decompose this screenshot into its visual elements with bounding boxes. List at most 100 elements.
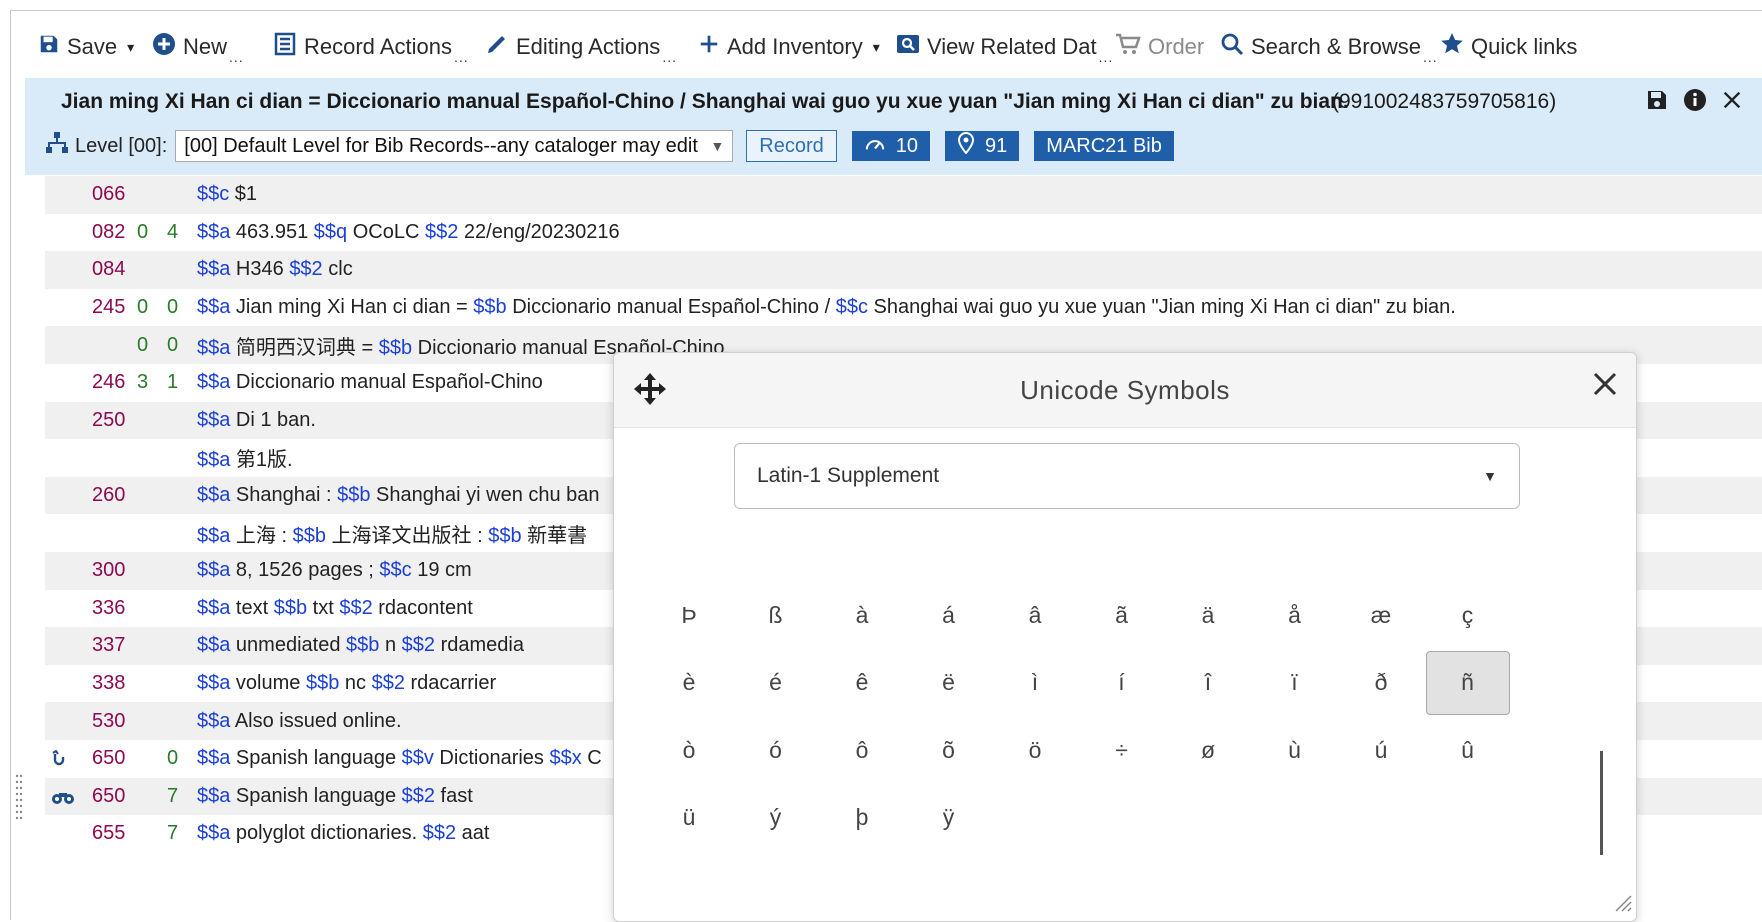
save-button[interactable]: Save ▾ — [38, 30, 134, 64]
marc-field-content[interactable]: $$a Jian ming Xi Han ci dian = $$b Dicci… — [197, 296, 1456, 319]
symbol-button[interactable]: ë — [907, 651, 991, 715]
symbol-button[interactable]: ï — [1253, 651, 1337, 715]
symbol-button[interactable]: â — [993, 583, 1077, 647]
marc-tag[interactable]: 336 — [92, 597, 125, 620]
symbol-button[interactable]: ô — [820, 718, 904, 782]
symbol-button[interactable]: ì — [993, 651, 1077, 715]
close-icon[interactable] — [1721, 89, 1743, 116]
marc-field-content[interactable]: $$a Di 1 ban. — [197, 409, 316, 432]
marc-tag[interactable]: 066 — [92, 183, 125, 206]
search-browse-button[interactable]: Search & Browse ... — [1220, 30, 1438, 65]
marc-indicator-1[interactable]: 0 — [137, 221, 148, 244]
symbol-button[interactable]: ñ — [1425, 650, 1510, 715]
resize-handle-icon[interactable] — [1610, 890, 1632, 917]
link-icon[interactable] — [51, 749, 67, 774]
symbol-button[interactable]: è — [647, 651, 731, 715]
symbol-button[interactable]: à — [820, 583, 904, 647]
symbol-button[interactable]: ý — [734, 786, 818, 850]
marc-field-content[interactable]: $$a Spanish language $$2 fast — [197, 785, 473, 808]
marc-indicator-2[interactable]: 4 — [167, 221, 178, 244]
symbol-button[interactable]: æ — [1339, 583, 1423, 647]
symbol-button[interactable]: ÿ — [907, 786, 991, 850]
drag-grip-icon[interactable] — [15, 772, 23, 833]
marc-indicator-1[interactable]: 3 — [137, 371, 148, 394]
symbol-button[interactable]: û — [1426, 718, 1510, 782]
marc-tag[interactable]: 084 — [92, 258, 125, 281]
marc-tag[interactable]: 655 — [92, 822, 125, 845]
marc-tag[interactable]: 530 — [92, 710, 125, 733]
marc-tag[interactable]: 250 — [92, 409, 125, 432]
marc-field-content[interactable]: $$a polyglot dictionaries. $$2 aat — [197, 822, 489, 845]
marc-tag[interactable]: 082 — [92, 221, 125, 244]
record-button[interactable]: Record — [746, 130, 837, 162]
symbol-button[interactable]: ð — [1339, 651, 1423, 715]
marc-field-content[interactable]: $$c $1 — [197, 183, 257, 206]
symbol-button[interactable]: ã — [1080, 583, 1164, 647]
marc-tag[interactable]: 246 — [92, 371, 125, 394]
marc-tag[interactable]: 260 — [92, 484, 125, 507]
marc-indicator-1[interactable]: 0 — [137, 334, 148, 357]
symbol-button[interactable]: á — [907, 583, 991, 647]
marc-indicator-2[interactable]: 0 — [167, 334, 178, 357]
marc-field-content[interactable]: $$a H346 $$2 clc — [197, 258, 353, 281]
close-icon[interactable] — [1590, 369, 1620, 404]
symbol-button[interactable]: ö — [993, 718, 1077, 782]
marc-field-content[interactable]: $$a Also issued online. — [197, 710, 402, 733]
symbol-button[interactable]: ÷ — [1080, 718, 1164, 782]
marc-indicator-1[interactable]: 0 — [137, 296, 148, 319]
dialog-header[interactable]: Unicode Symbols — [614, 353, 1636, 428]
symbol-button[interactable]: õ — [907, 718, 991, 782]
marc-field-content[interactable]: $$a Diccionario manual Español-Chino — [197, 371, 543, 394]
marc-field-row[interactable]: 245 0 0 $$a Jian ming Xi Han ci dian = $$b … — [45, 289, 1762, 327]
record-actions-button[interactable]: Record Actions ... — [273, 30, 469, 65]
symbol-button[interactable]: ç — [1426, 583, 1510, 647]
marc-field-content[interactable]: $$a 8, 1526 pages ; $$c 19 cm — [197, 559, 472, 582]
marc-field-row[interactable]: 084 $$a H346 $$2 clc — [45, 251, 1762, 289]
location-badge[interactable]: 91 — [945, 131, 1020, 161]
marc-indicator-2[interactable]: 0 — [167, 296, 178, 319]
view-related-button[interactable]: View Related Dat ... — [896, 30, 1113, 65]
symbol-button[interactable]: ø — [1166, 718, 1250, 782]
marc-indicator-2[interactable]: 7 — [167, 785, 178, 808]
marc-field-content[interactable]: $$a Spanish language $$v Dictionaries $$… — [197, 747, 602, 770]
marc-tag[interactable]: 650 — [92, 747, 125, 770]
marc-field-content[interactable]: $$a text $$b txt $$2 rdacontent — [197, 597, 473, 620]
symbol-button[interactable]: ò — [647, 718, 731, 782]
scrollbar-thumb[interactable] — [1600, 751, 1603, 855]
symbol-button[interactable]: å — [1253, 583, 1337, 647]
marc-field-row[interactable]: 066 $$c $1 — [45, 176, 1762, 214]
add-inventory-button[interactable]: Add Inventory ▾ — [698, 30, 880, 64]
marc-tag[interactable]: 650 — [92, 785, 125, 808]
marc-indicator-2[interactable]: 7 — [167, 822, 178, 845]
marc-tag[interactable]: 337 — [92, 634, 125, 657]
symbol-button[interactable]: í — [1080, 651, 1164, 715]
unicode-block-select[interactable]: Latin-1 Supplement ▼ — [734, 443, 1520, 509]
marc-tag[interactable]: 338 — [92, 672, 125, 695]
marc-field-content[interactable]: $$a unmediated $$b n $$2 rdamedia — [197, 634, 524, 657]
marc-field-row[interactable]: 082 0 4 $$a 463.951 $$q OCoLC $$2 22/eng/20… — [45, 214, 1762, 252]
symbol-button[interactable]: ú — [1339, 718, 1423, 782]
marc-indicator-2[interactable]: 0 — [167, 747, 178, 770]
symbol-button[interactable]: ß — [734, 583, 818, 647]
symbol-button[interactable]: Þ — [647, 583, 731, 647]
quick-links-button[interactable]: Quick links — [1440, 30, 1577, 64]
views-badge[interactable]: 10 — [851, 131, 931, 161]
order-button[interactable]: Order — [1115, 30, 1204, 64]
save-icon[interactable] — [1645, 88, 1669, 117]
marc-field-content[interactable]: $$a 上海 : $$b 上海译文出版社 : $$b 新華書 — [197, 519, 587, 548]
symbol-button[interactable]: é — [734, 651, 818, 715]
marc-field-content[interactable]: $$a 463.951 $$q OCoLC $$2 22/eng/2023021… — [197, 221, 620, 244]
symbol-button[interactable]: ù — [1253, 718, 1337, 782]
symbol-button[interactable]: ê — [820, 651, 904, 715]
binoculars-icon[interactable] — [51, 788, 75, 811]
symbol-button[interactable]: ü — [647, 786, 731, 850]
editing-actions-button[interactable]: Editing Actions ... — [485, 30, 677, 65]
marc-indicator-2[interactable]: 1 — [167, 371, 178, 394]
symbol-button[interactable]: ó — [734, 718, 818, 782]
marc-tag[interactable]: 300 — [92, 559, 125, 582]
symbol-button[interactable]: î — [1166, 651, 1250, 715]
marc-tag[interactable]: 245 — [92, 296, 125, 319]
marc-field-content[interactable]: $$a Shanghai : $$b Shanghai yi wen chu b… — [197, 484, 600, 507]
symbol-button[interactable]: ä — [1166, 583, 1250, 647]
marc-field-content[interactable]: $$a volume $$b nc $$2 rdacarrier — [197, 672, 496, 695]
